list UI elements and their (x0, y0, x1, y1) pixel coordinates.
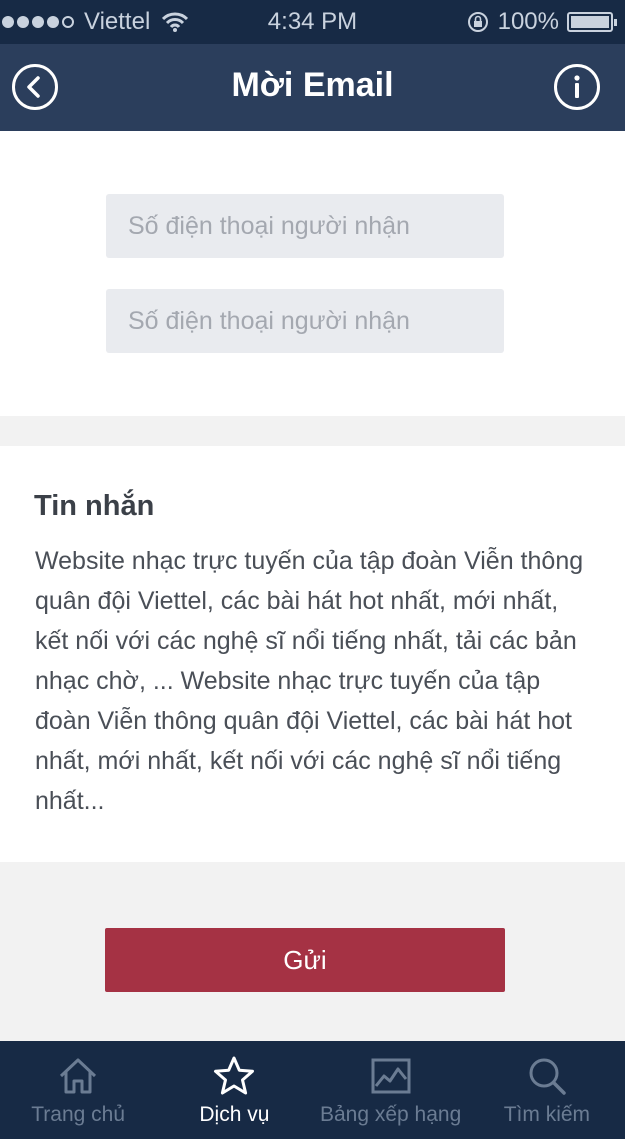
status-right: 100% (466, 8, 617, 36)
message-body: Website nhạc trực tuyến của tập đoàn Viễ… (35, 547, 584, 815)
info-icon (574, 75, 580, 98)
orientation-lock-icon (467, 12, 488, 32)
recipient-phone-input-1[interactable] (106, 194, 504, 258)
star-icon (214, 1056, 255, 1095)
tab-services-label: Dịch vụ (199, 1103, 270, 1126)
page-title: Mời Email (231, 66, 394, 104)
status-bar: Viettel 4:34 PM 100% (0, 0, 625, 44)
tab-bar: Trang chủ Dịch vụ Bảng xếp hạng Tìm kiếm (0, 1041, 625, 1139)
tab-search-label: Tìm kiếm (503, 1103, 591, 1126)
message-section: Tin nhắn Website nhạc trực tuyến của tập… (0, 446, 625, 862)
home-icon (60, 1058, 97, 1094)
battery-percent: 100% (497, 8, 559, 35)
recipient-phone-input-2[interactable] (106, 289, 504, 353)
tab-search[interactable]: Tìm kiếm (469, 1041, 625, 1139)
tab-home[interactable]: Trang chủ (0, 1041, 156, 1139)
tab-ranking[interactable]: Bảng xếp hạng (313, 1041, 469, 1139)
send-button[interactable]: Gửi (105, 928, 505, 992)
chart-image-icon (371, 1058, 411, 1094)
message-heading: Tin nhắn (34, 490, 155, 522)
info-button[interactable] (554, 64, 600, 110)
search-icon (529, 1058, 566, 1095)
tab-ranking-label: Bảng xếp hạng (319, 1103, 462, 1126)
recipient-form (0, 131, 625, 416)
nav-bar: Mời Email (0, 44, 625, 131)
tab-home-label: Trang chủ (31, 1103, 126, 1126)
battery-icon (567, 12, 617, 32)
tab-services[interactable]: Dịch vụ (156, 1041, 312, 1139)
